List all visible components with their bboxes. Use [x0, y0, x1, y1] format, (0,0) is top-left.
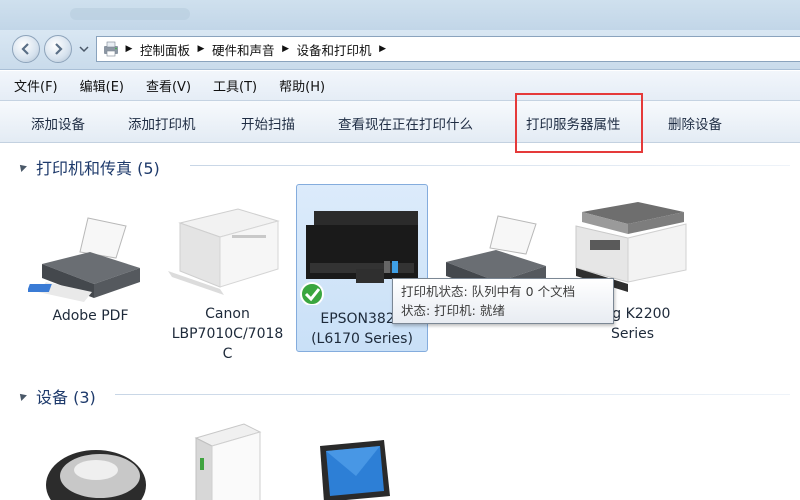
menu-bar: 文件(F) 编辑(E) 查看(V) 工具(T) 帮助(H) — [0, 71, 800, 101]
laser-printer-icon — [168, 208, 280, 295]
group-divider — [115, 394, 790, 395]
add-printer-button[interactable]: 添加打印机 — [128, 113, 196, 133]
breadcrumb-hardware-sound[interactable]: 硬件和声音 — [208, 40, 279, 59]
window-title-blur — [70, 8, 190, 20]
arrow-right-icon — [55, 43, 63, 55]
back-button[interactable] — [12, 35, 40, 63]
printer-status-tooltip: 打印机状态: 队列中有 0 个文档 状态: 打印机: 就绪 — [392, 278, 614, 324]
see-printing-button[interactable]: 查看现在正在打印什么 — [338, 113, 473, 133]
devices-printers-icon — [104, 41, 118, 57]
menu-file[interactable]: 文件(F) — [14, 76, 58, 95]
annotation-highlight-box — [515, 93, 643, 153]
command-bar: 添加设备 添加打印机 开始扫描 查看现在正在打印什么 打印服务器属性 删除设备 — [0, 101, 800, 143]
device-mouse[interactable] — [36, 440, 146, 500]
tooltip-line-queue: 打印机状态: 队列中有 0 个文档 — [401, 284, 576, 299]
menu-help[interactable]: 帮助(H) — [279, 76, 325, 95]
remove-device-button[interactable]: 删除设备 — [668, 113, 722, 133]
collapse-arrow-icon[interactable] — [17, 162, 27, 172]
breadcrumb-control-panel[interactable]: 控制面板 — [136, 40, 194, 59]
group-divider — [190, 165, 790, 166]
device-canon-lbp7010c[interactable]: Canon LBP7010C/7018 C — [160, 205, 295, 364]
drive-icon — [194, 423, 262, 500]
add-device-button[interactable]: 添加设备 — [31, 113, 85, 133]
device-epson-l6170[interactable]: EPSON3826 (L6170 Series) — [296, 205, 428, 349]
chevron-right-icon[interactable]: ▶ — [376, 44, 390, 54]
printers-group-title: 打印机和传真 (5) — [36, 159, 160, 178]
device-adobe-pdf[interactable]: Adobe PDF — [26, 212, 153, 326]
arrow-left-icon — [21, 43, 29, 55]
breadcrumb-devices-printers[interactable]: 设备和打印机 — [293, 40, 376, 59]
start-scan-button[interactable]: 开始扫描 — [241, 113, 295, 133]
device-monitor[interactable] — [316, 436, 398, 500]
menu-tools[interactable]: 工具(T) — [213, 76, 257, 95]
mouse-icon — [46, 450, 146, 500]
collapse-arrow-icon[interactable] — [17, 391, 27, 401]
forward-button[interactable] — [44, 35, 72, 63]
monitor-icon — [320, 440, 390, 500]
menu-view[interactable]: 查看(V) — [146, 76, 191, 95]
devices-group-title: 设备 (3) — [36, 388, 96, 407]
history-dropdown-icon[interactable] — [79, 44, 89, 54]
printer-icon — [26, 217, 140, 302]
chevron-right-icon[interactable]: ▶ — [122, 44, 136, 54]
window-title-bar — [0, 0, 800, 30]
printers-group-header[interactable]: 打印机和传真 (5) — [17, 155, 160, 179]
tooltip-line-status: 状态: 打印机: 就绪 — [401, 303, 505, 318]
device-external-drive[interactable] — [190, 418, 270, 500]
device-label: Adobe PDF — [52, 308, 129, 324]
devices-group-header[interactable]: 设备 (3) — [17, 384, 96, 408]
menu-edit[interactable]: 编辑(E) — [80, 76, 124, 95]
device-label: Canon LBP7010C/7018 C — [171, 306, 284, 362]
chevron-right-icon[interactable]: ▶ — [279, 44, 293, 54]
address-row: ▶ 控制面板 ▶ 硬件和声音 ▶ 设备和打印机 ▶ — [0, 30, 800, 70]
address-bar[interactable]: ▶ 控制面板 ▶ 硬件和声音 ▶ 设备和打印机 ▶ — [96, 36, 800, 62]
chevron-right-icon[interactable]: ▶ — [194, 44, 208, 54]
